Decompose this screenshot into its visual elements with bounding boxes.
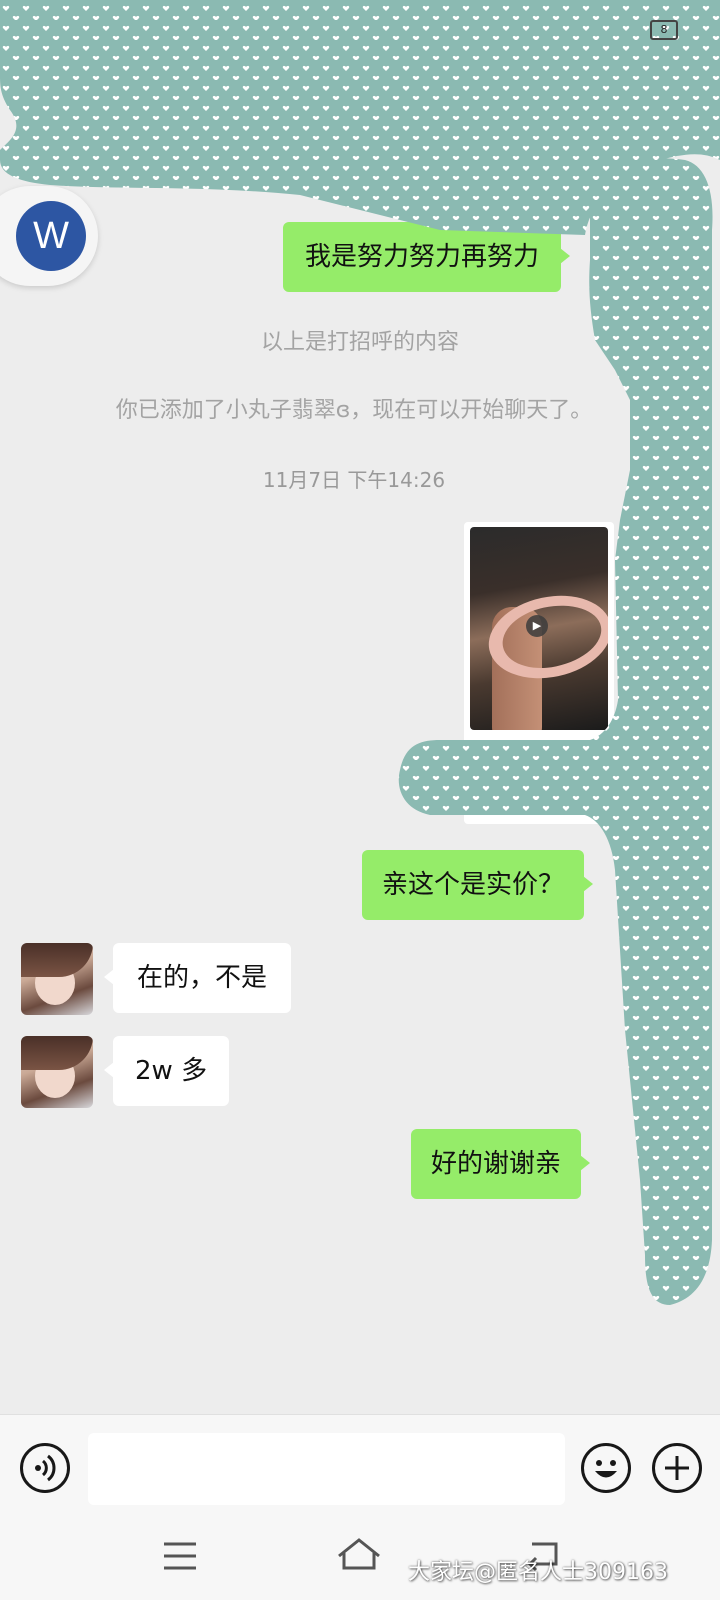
redaction-overlay (0, 0, 720, 1305)
plus-icon[interactable] (652, 1443, 702, 1493)
plus-glyph (665, 1456, 689, 1480)
watermark: 大家坛@匿名人士309163 (408, 1560, 668, 1585)
home-icon[interactable] (336, 1536, 382, 1576)
battery-icon: 8 (650, 20, 678, 40)
voice-glyph (35, 1454, 56, 1482)
emoji-icon[interactable] (581, 1443, 631, 1493)
message-input[interactable] (88, 1433, 565, 1505)
emoji-glyph (595, 1460, 617, 1478)
input-bar (0, 1414, 720, 1519)
menu-icon[interactable] (162, 1540, 198, 1572)
voice-icon[interactable] (20, 1443, 70, 1493)
